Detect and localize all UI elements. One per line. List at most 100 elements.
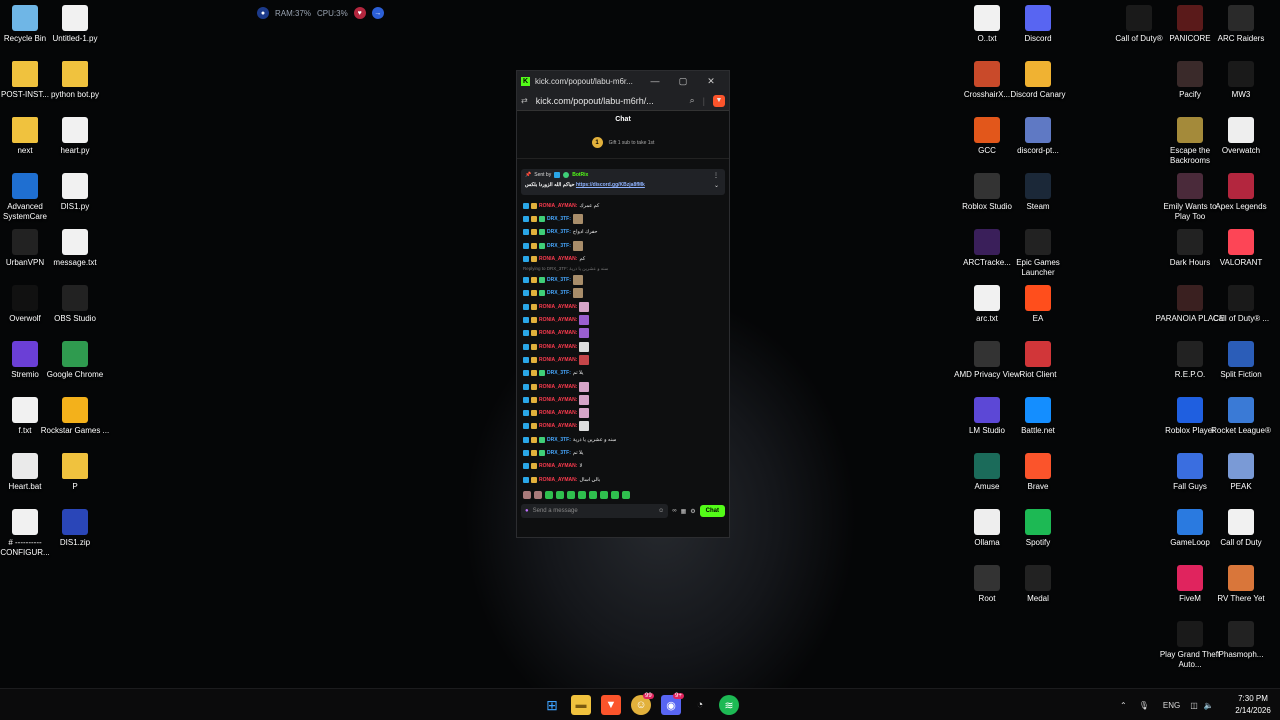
desktop-shortcut[interactable]: ARC Raiders	[1206, 5, 1276, 44]
window-titlebar[interactable]: K kick.com/popout/labu-m6r... — ▢ ✕	[517, 71, 729, 91]
pinned-sender[interactable]: BotRix	[572, 172, 588, 178]
desktop-shortcut[interactable]: RV There Yet	[1206, 565, 1276, 604]
desktop-shortcut[interactable]: Call of Duty® ...	[1206, 285, 1276, 324]
chat-message[interactable]: RONIA_AYMAN: كم	[523, 252, 723, 265]
chat-message[interactable]: DRX_3TF: حفرك ادواح	[523, 226, 723, 239]
chat-username[interactable]: DRX_3TF:	[547, 437, 571, 443]
chat-message[interactable]: RONIA_AYMAN:	[523, 300, 723, 313]
chat-username[interactable]: RONIA_AYMAN:	[539, 317, 577, 323]
search-icon[interactable]: ⌕	[690, 95, 695, 106]
chat-message[interactable]: RONIA_AYMAN:	[523, 313, 723, 326]
quick-emote-icon[interactable]	[600, 491, 608, 499]
chat-username[interactable]: RONIA_AYMAN:	[539, 423, 577, 429]
chat-message[interactable]: RONIA_AYMAN:	[523, 340, 723, 353]
windows-start-icon[interactable]: ⊞	[542, 695, 562, 715]
quick-emote-icon[interactable]	[534, 491, 542, 499]
desktop-shortcut[interactable]: VALORANT	[1206, 229, 1276, 268]
chat-input[interactable]: ● Send a message ☺	[521, 504, 669, 518]
chat-username[interactable]: RONIA_AYMAN:	[539, 203, 577, 209]
chat-message[interactable]: RONIA_AYMAN: لا	[523, 460, 723, 473]
chat-message[interactable]: RONIA_AYMAN:	[523, 380, 723, 393]
clock[interactable]: 7:30 PM 2/14/2026	[1228, 693, 1278, 717]
brave-shields-icon[interactable]: ▼	[713, 94, 725, 107]
desktop-shortcut[interactable]: heart.py	[40, 117, 110, 156]
desktop-shortcut[interactable]: Discord	[1003, 5, 1073, 44]
chat-username[interactable]: RONIA_AYMAN:	[539, 384, 577, 390]
desktop-shortcut[interactable]: Steam	[1003, 173, 1073, 212]
chat-message[interactable]: RONIA_AYMAN:	[523, 353, 723, 366]
spotify-icon[interactable]: ≋	[719, 695, 739, 715]
chat-username[interactable]: RONIA_AYMAN:	[539, 397, 577, 403]
chat-message[interactable]: DRX_3TF:	[523, 273, 723, 286]
chat-message[interactable]: DRX_3TF: يلا تم	[523, 446, 723, 459]
desktop-shortcut[interactable]: Untitled-1.py	[40, 5, 110, 44]
desktop-shortcut[interactable]: message.txt	[40, 229, 110, 268]
chat-message[interactable]: DRX_3TF: سنه و عشرين يا ذرية	[523, 433, 723, 446]
desktop-shortcut[interactable]: Epic Games Launcher	[1003, 229, 1073, 278]
desktop-shortcut[interactable]: Apex Legends	[1206, 173, 1276, 212]
gift-sub-banner[interactable]: 1 Gift 1 sub to take 1st	[517, 127, 729, 159]
gift-icon[interactable]: ▦	[681, 508, 687, 515]
pinned-expand-icon[interactable]: ⌄	[714, 182, 719, 189]
chat-username[interactable]: RONIA_AYMAN:	[539, 344, 577, 350]
quick-emote-icon[interactable]	[556, 491, 564, 499]
chat-username[interactable]: RONIA_AYMAN:	[539, 410, 577, 416]
quick-emote-icon[interactable]	[578, 491, 586, 499]
file-explorer-icon[interactable]: ▬	[571, 695, 591, 715]
url-text[interactable]: kick.com/popout/labu-m6rh/...	[536, 96, 690, 106]
settings-gear-icon[interactable]: ⚙	[690, 508, 695, 515]
chat-message[interactable]: RONIA_AYMAN:	[523, 420, 723, 433]
chat-message[interactable]: RONIA_AYMAN: بالي اسال	[523, 473, 723, 486]
desktop-shortcut[interactable]: OBS Studio	[40, 285, 110, 324]
desktop-shortcut[interactable]: Battle.net	[1003, 397, 1073, 436]
chat-username[interactable]: RONIA_AYMAN:	[539, 304, 577, 310]
desktop-shortcut[interactable]: Spotify	[1003, 509, 1073, 548]
chat-message[interactable]: RONIA_AYMAN: كم عمرك	[523, 199, 723, 212]
chat-message[interactable]: DRX_3TF:	[523, 212, 723, 225]
stopwatch-icon[interactable]: ◔	[690, 695, 710, 715]
desktop-shortcut[interactable]: Rocket League®	[1206, 397, 1276, 436]
chat-send-button[interactable]: Chat	[699, 505, 725, 517]
chat-message[interactable]: DRX_3TF:	[523, 287, 723, 300]
chat-username[interactable]: DRX_3TF:	[547, 216, 571, 222]
maximize-button[interactable]: ▢	[669, 76, 697, 87]
desktop-shortcut[interactable]: Discord Canary	[1003, 61, 1073, 100]
desktop-shortcut[interactable]: Medal	[1003, 565, 1073, 604]
chat-message[interactable]: DRX_3TF: يلا تم	[523, 367, 723, 380]
desktop-shortcut[interactable]: Riot Client	[1003, 341, 1073, 380]
chat-username[interactable]: RONIA_AYMAN:	[539, 463, 577, 469]
desktop-shortcut[interactable]: MW3	[1206, 61, 1276, 100]
chat-message[interactable]: RONIA_AYMAN:	[523, 393, 723, 406]
desktop-shortcut[interactable]: python bot.py	[40, 61, 110, 100]
chat-messages[interactable]: RONIA_AYMAN: كم عمرك DRX_3TF: DRX_3TF: حفرك …	[517, 199, 729, 489]
tray-overflow-icon[interactable]: ⌃	[1120, 701, 1127, 710]
site-settings-icon[interactable]: ⇄	[521, 96, 528, 105]
desktop-shortcut[interactable]: EA	[1003, 285, 1073, 324]
volume-icon[interactable]: 🔈	[1204, 701, 1214, 710]
chat-username[interactable]: DRX_3TF:	[547, 277, 571, 283]
chat-username[interactable]: RONIA_AYMAN:	[539, 256, 577, 262]
desktop-shortcut[interactable]: Phasmoph...	[1206, 621, 1276, 660]
pinned-message[interactable]: 📌 Sent by BotRix حياكم الله الزوردا بلكس…	[521, 169, 725, 195]
chat-username[interactable]: DRX_3TF:	[547, 370, 571, 376]
desktop-shortcut[interactable]: DIS1.zip	[40, 509, 110, 548]
chat-username[interactable]: DRX_3TF:	[547, 243, 571, 249]
mic-icon[interactable]: ●	[525, 508, 529, 514]
desktop-shortcut[interactable]: Google Chrome	[40, 341, 110, 380]
desktop-shortcut[interactable]: discord-pt...	[1003, 117, 1073, 156]
desktop-shortcut[interactable]: Overwatch	[1206, 117, 1276, 156]
microphone-icon[interactable]: 🎙	[1139, 701, 1149, 710]
quick-emote-icon[interactable]	[589, 491, 597, 499]
quick-emote-icon[interactable]	[523, 491, 531, 499]
chat-username[interactable]: RONIA_AYMAN:	[539, 330, 577, 336]
network-icon[interactable]: ◫	[1190, 701, 1198, 710]
chat-username[interactable]: DRX_3TF:	[547, 229, 571, 235]
quick-emote-icon[interactable]	[545, 491, 553, 499]
desktop-shortcut[interactable]: Split Fiction	[1206, 341, 1276, 380]
quick-emote-icon[interactable]	[567, 491, 575, 499]
emoji-picker-icon[interactable]: ☺	[658, 508, 664, 514]
language-indicator[interactable]: ENG	[1163, 701, 1180, 710]
pinned-menu-icon[interactable]: ⋮	[713, 172, 719, 179]
desktop-shortcut[interactable]: Brave	[1003, 453, 1073, 492]
chat-username[interactable]: RONIA_AYMAN:	[539, 477, 577, 483]
